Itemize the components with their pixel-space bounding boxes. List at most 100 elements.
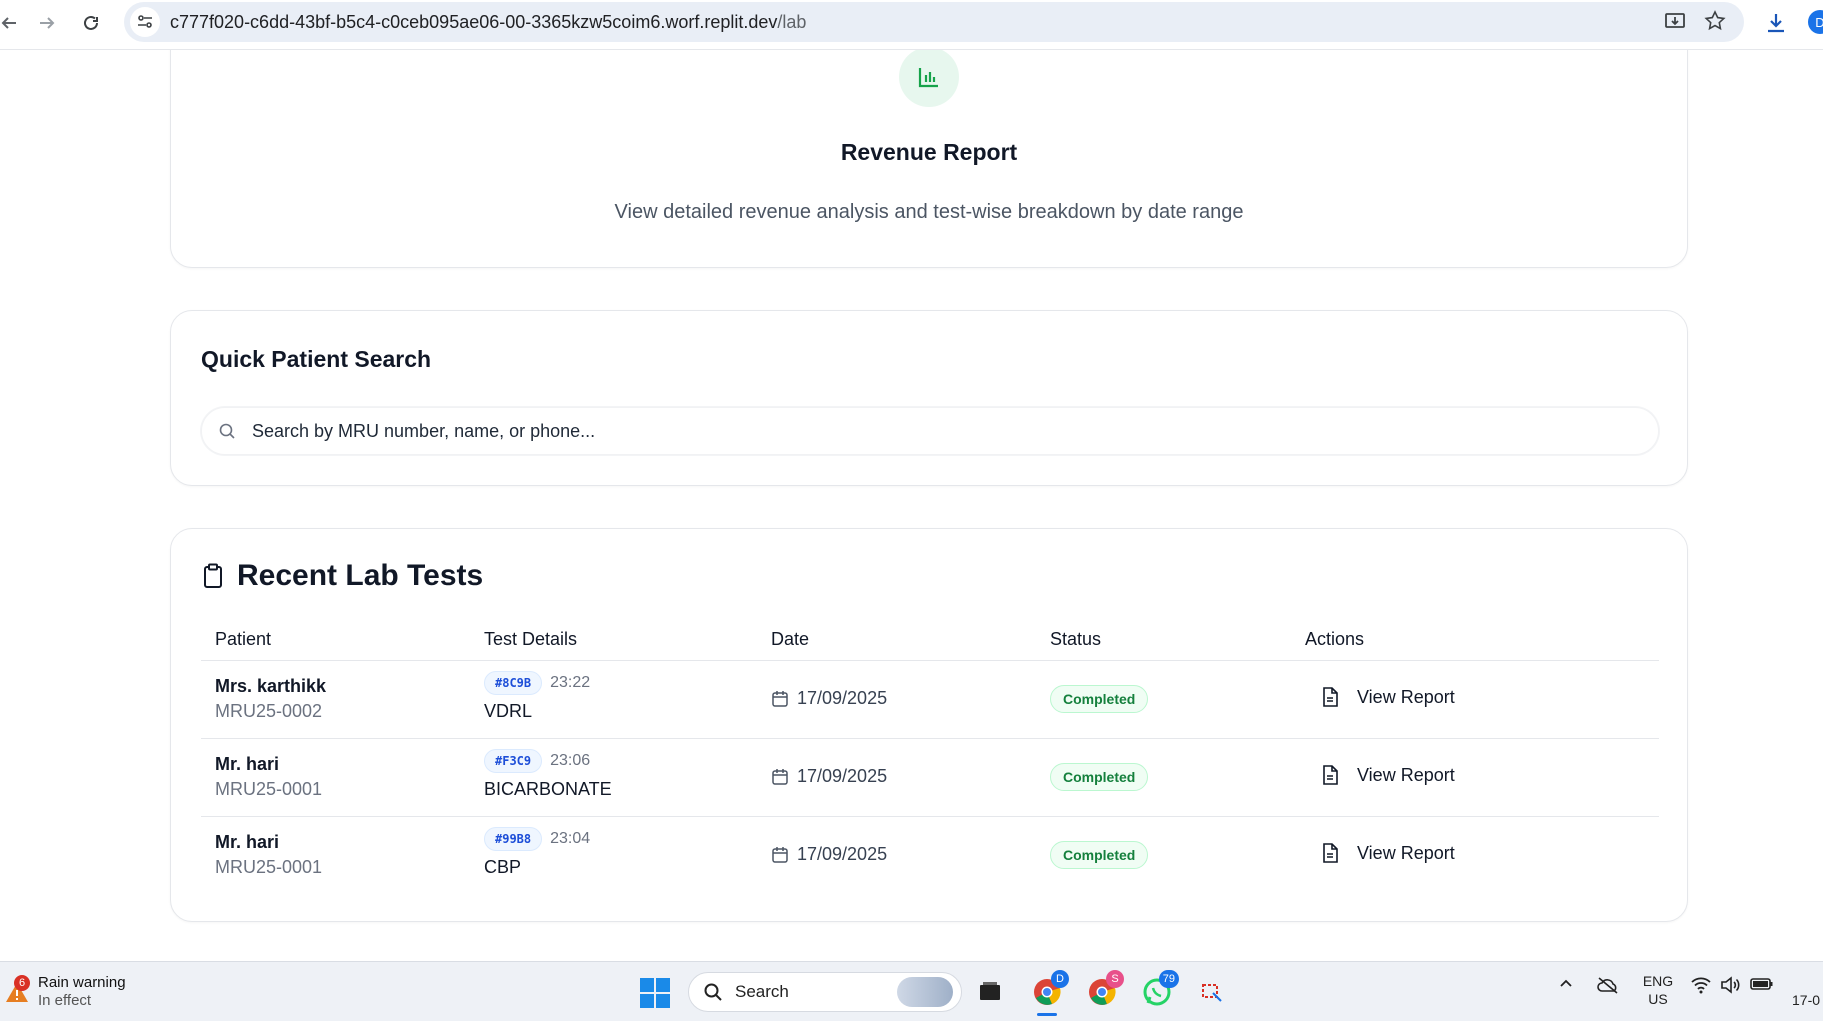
test-date: 17/09/2025 [797, 844, 888, 864]
reload-button[interactable] [76, 8, 106, 38]
column-header-test-details: Test Details [484, 629, 578, 649]
calendar-icon [771, 845, 791, 865]
view-report-button[interactable]: View Report [1321, 686, 1455, 708]
clipboard-icon [201, 562, 225, 590]
test-time: 23:04 [550, 829, 591, 847]
test-name: BICARBONATE [484, 779, 612, 799]
view-report-button[interactable]: View Report [1321, 764, 1455, 786]
language-indicator[interactable]: ENG US [1640, 972, 1676, 1008]
patient-mru: MRU25-0002 [215, 701, 323, 721]
arrow-left-icon [1, 17, 16, 29]
table-row: Mr. hari MRU25-0001 #99B8 23:04 CBP 17/09… [201, 816, 1659, 894]
recent-lab-tests-title: Recent Lab Tests [237, 559, 484, 592]
patient-mru: MRU25-0001 [215, 779, 323, 799]
search-highlight-image [897, 977, 953, 1007]
back-button[interactable] [0, 8, 24, 38]
bookmark-star-icon[interactable] [1702, 8, 1728, 34]
windows-start-icon[interactable] [640, 978, 670, 1008]
date-cell: 17/09/2025 [771, 844, 887, 865]
patient-search-box[interactable] [201, 407, 1659, 455]
os-taskbar: 6 Rain warning In effect Search D S 79 E… [0, 961, 1823, 1021]
snipping-tool-icon[interactable] [1194, 974, 1230, 1010]
calendar-icon [771, 767, 791, 787]
weather-subtitle: In effect [38, 992, 92, 1009]
table-row: Mrs. karthikk MRU25-0002 #8C9B 23:22 VDRL… [201, 660, 1659, 738]
weather-widget[interactable]: 6 Rain warning In effect [4, 974, 126, 1010]
column-header-date: Date [771, 629, 810, 649]
quick-search-title: Quick Patient Search [201, 346, 432, 372]
onedrive-offline-icon[interactable] [1596, 976, 1620, 997]
url-path: /lab [777, 11, 807, 32]
battery-icon[interactable] [1750, 976, 1774, 995]
chrome-app-icon[interactable]: D [1029, 970, 1069, 1016]
test-details-cell: #8C9B 23:22 VDRL [484, 671, 590, 722]
view-report-label: View Report [1357, 764, 1455, 785]
test-code-badge: #F3C9 [484, 749, 543, 773]
patient-name: Mr. hari [215, 754, 280, 774]
status-badge: Completed [1050, 763, 1149, 791]
test-name: CBP [484, 857, 522, 877]
test-code-badge: #99B8 [484, 827, 543, 851]
volume-icon[interactable] [1720, 976, 1742, 997]
url-text: c777f020-c6dd-43bf-b5c4-c0ceb095ae06-00-… [170, 12, 806, 33]
clock-text[interactable]: 17-0 [1792, 992, 1820, 1008]
revenue-report-card[interactable]: Revenue Report View detailed revenue ana… [170, 50, 1688, 268]
chrome-app-icon-2[interactable]: S [1084, 970, 1124, 1010]
document-icon [1321, 686, 1343, 708]
test-name: VDRL [484, 701, 533, 721]
language-line-2: US [1648, 991, 1668, 1008]
date-cell: 17/09/2025 [771, 688, 887, 709]
recent-lab-tests-card: Recent Lab Tests Patient Test Details Da… [170, 528, 1688, 922]
calendar-icon [771, 689, 791, 709]
test-date: 17/09/2025 [797, 766, 888, 786]
test-date: 17/09/2025 [797, 688, 888, 708]
status-badge: Completed [1050, 685, 1149, 713]
weather-badge: 6 [14, 975, 30, 991]
weather-warning-icon: 6 [4, 975, 30, 1005]
status-badge: Completed [1050, 841, 1149, 869]
install-app-icon[interactable] [1662, 8, 1688, 34]
view-report-label: View Report [1357, 686, 1455, 707]
wifi-icon[interactable] [1690, 976, 1712, 997]
patient-search-input[interactable] [252, 420, 1632, 442]
downloads-button[interactable] [1761, 8, 1791, 38]
test-details-cell: #99B8 23:04 CBP [484, 827, 590, 878]
patient-name: Mr. hari [215, 832, 280, 852]
bar-chart-icon [899, 50, 959, 107]
status-cell: Completed [1050, 763, 1149, 791]
table-row: Mr. hari MRU25-0001 #F3C9 23:06 BICARBONA… [201, 738, 1659, 816]
forward-button[interactable] [32, 8, 62, 38]
quick-search-card: Quick Patient Search [170, 310, 1688, 486]
chrome-profile-badge-2: S [1106, 970, 1124, 988]
arrow-right-icon [40, 17, 55, 29]
browser-toolbar: c777f020-c6dd-43bf-b5c4-c0ceb095ae06-00-… [0, 0, 1823, 50]
download-icon [1768, 14, 1784, 33]
url-host: c777f020-c6dd-43bf-b5c4-c0ceb095ae06-00-… [170, 11, 778, 32]
test-time: 23:06 [550, 751, 591, 769]
patient-cell: Mr. hari MRU25-0001 [215, 754, 322, 800]
language-line-1: ENG [1642, 973, 1674, 989]
column-header-patient: Patient [215, 629, 272, 649]
patient-mru: MRU25-0001 [215, 857, 323, 877]
date-cell: 17/09/2025 [771, 766, 887, 787]
patient-cell: Mr. hari MRU25-0001 [215, 832, 322, 878]
site-info-icon[interactable] [130, 7, 160, 37]
column-header-status: Status [1050, 629, 1102, 649]
reload-icon [84, 15, 98, 30]
document-icon [1321, 764, 1343, 786]
whatsapp-app-icon[interactable]: 79 [1139, 970, 1179, 1010]
task-view-icon[interactable] [972, 974, 1008, 1010]
active-indicator [1037, 1013, 1057, 1016]
test-time: 23:22 [550, 673, 591, 691]
lab-page: Revenue Report View detailed revenue ana… [0, 50, 1823, 961]
address-bar[interactable]: c777f020-c6dd-43bf-b5c4-c0ceb095ae06-00-… [124, 2, 1744, 42]
search-icon [216, 420, 238, 442]
recent-lab-tests-header: Recent Lab Tests [201, 559, 483, 593]
status-cell: Completed [1050, 841, 1149, 869]
search-icon [703, 981, 725, 1003]
test-details-cell: #F3C9 23:06 BICARBONATE [484, 749, 612, 800]
taskbar-search[interactable]: Search [688, 972, 962, 1012]
show-hidden-icons-chevron-icon[interactable] [1558, 976, 1574, 995]
view-report-button[interactable]: View Report [1321, 842, 1455, 864]
profile-avatar[interactable]: D [1808, 10, 1823, 34]
